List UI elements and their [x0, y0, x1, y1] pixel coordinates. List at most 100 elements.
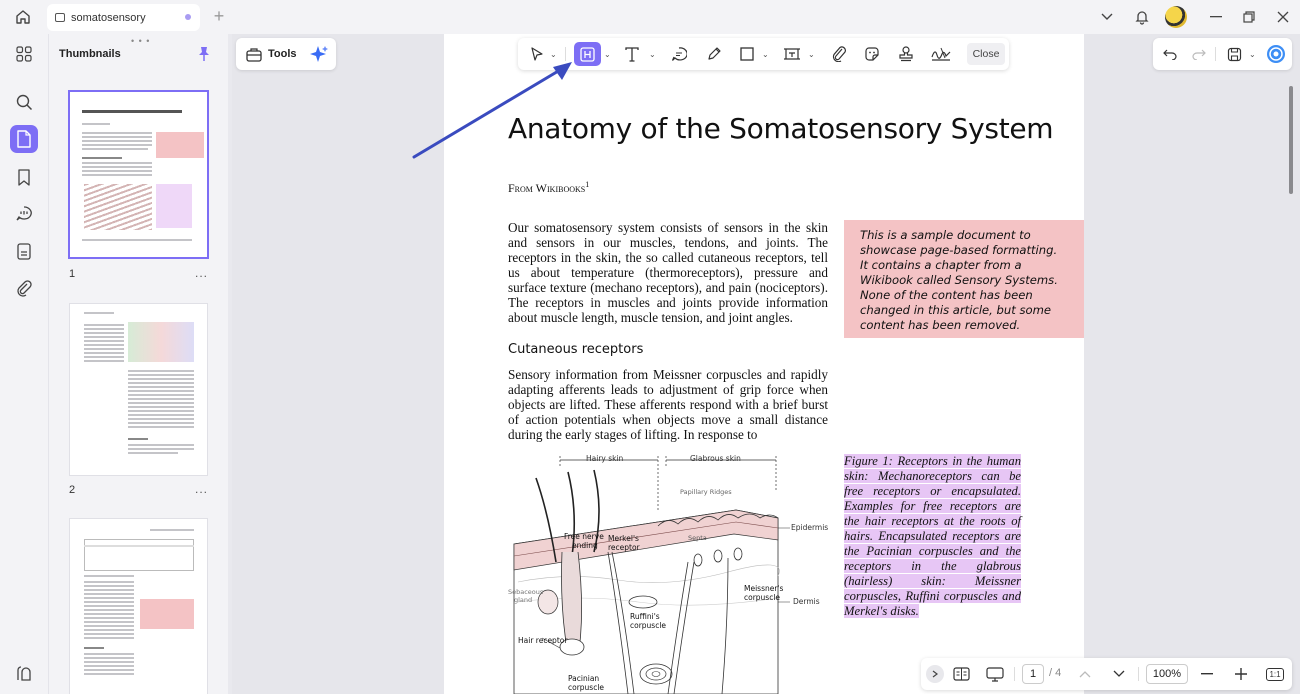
- grid-view-icon[interactable]: [10, 40, 38, 68]
- toolbox-icon: [246, 47, 262, 62]
- label-hair-receptor: Hair receptor: [518, 636, 568, 645]
- thumbnail-page-number-1: 1: [69, 268, 76, 280]
- ai-assistant-icon[interactable]: [1265, 42, 1287, 66]
- new-tab-plus-icon[interactable]: +: [210, 7, 228, 27]
- thumbnail-page-2[interactable]: [70, 304, 207, 475]
- total-pages: / 4: [1049, 667, 1062, 679]
- document-source: From Wikibooks1: [508, 180, 589, 196]
- thumbnail-page-number-2: 2: [69, 484, 76, 496]
- label-merkels: Merkel's receptor: [608, 534, 640, 552]
- pen-draw-icon[interactable]: [703, 42, 725, 66]
- home-icon[interactable]: [12, 7, 34, 27]
- label-free-nerve-text: Free nerve: [564, 532, 604, 541]
- thumbnail-more-icon-2[interactable]: ...: [195, 482, 208, 496]
- actual-size-label: 1:1: [1266, 667, 1284, 681]
- footnote-marker: 1: [585, 180, 590, 189]
- sticker-icon[interactable]: [861, 42, 883, 66]
- label-glabrous-skin: Glabrous skin: [690, 454, 741, 463]
- zoom-out-icon[interactable]: [1197, 662, 1217, 686]
- text-caret-icon[interactable]: ⌄: [649, 50, 656, 59]
- attachment-icon[interactable]: [10, 274, 38, 302]
- bookmark-icon[interactable]: [10, 163, 38, 191]
- label-pacinian-text: Pacinian: [568, 674, 600, 683]
- zoom-in-icon[interactable]: [1231, 662, 1251, 686]
- reading-mode-icon[interactable]: [950, 662, 972, 686]
- minimize-icon[interactable]: [1199, 0, 1233, 34]
- thumbnail-page-1[interactable]: [70, 92, 207, 257]
- search-icon[interactable]: [10, 88, 38, 116]
- label-ruffini-corpuscle-text: corpuscle: [630, 621, 667, 630]
- left-icon-rail: [0, 34, 48, 694]
- vertical-scrollbar[interactable]: [1289, 86, 1293, 194]
- save-icon[interactable]: [1223, 42, 1245, 66]
- collapse-panel-icon[interactable]: [10, 660, 38, 688]
- previous-page-icon[interactable]: [1075, 662, 1095, 686]
- tools-panel: Tools: [236, 38, 336, 70]
- expand-bar-icon[interactable]: [926, 665, 944, 683]
- document-tab[interactable]: somatosensory: [47, 4, 200, 31]
- comments-icon[interactable]: [10, 199, 38, 227]
- right-toolbar-separator: [1215, 47, 1216, 61]
- page-thumbnails-icon[interactable]: [10, 125, 38, 153]
- textbox-caret-icon[interactable]: ⌄: [808, 50, 815, 59]
- redo-icon[interactable]: [1188, 42, 1210, 66]
- title-bar: somatosensory +: [0, 0, 1300, 34]
- callout-arrow-icon: [412, 62, 572, 159]
- label-ruffinis-text: Ruffini's: [630, 612, 660, 621]
- stamp-icon[interactable]: [895, 42, 917, 66]
- right-toolbar: ⌄: [1153, 38, 1292, 70]
- rectangle-shape-icon[interactable]: [736, 42, 758, 66]
- stamp-document-icon[interactable]: [10, 237, 38, 265]
- thumbnail-more-icon-1[interactable]: ...: [195, 266, 208, 280]
- thumbnail-page-3[interactable]: [70, 519, 207, 694]
- nav-separator-1: [1014, 667, 1015, 681]
- close-annotation-button[interactable]: Close: [967, 43, 1005, 65]
- thumbnails-panel: • • • Thumbnails 1 ... 2 ...: [48, 34, 228, 694]
- label-merkels-text: Merkel's: [608, 534, 639, 543]
- notification-bell-icon[interactable]: [1125, 0, 1159, 34]
- current-page-input[interactable]: 1: [1022, 664, 1044, 684]
- close-window-icon[interactable]: [1266, 0, 1300, 34]
- document-tab-icon: [55, 13, 65, 22]
- chevron-down-icon[interactable]: [1090, 0, 1124, 34]
- shape-caret-icon[interactable]: ⌄: [762, 50, 769, 59]
- restore-window-icon[interactable]: [1232, 0, 1266, 34]
- label-free-nerve: Free nerve ending: [564, 532, 604, 550]
- label-pacinian: Pacinian corpuscle: [568, 674, 604, 692]
- label-epidermis: Epidermis: [791, 523, 829, 532]
- pin-icon[interactable]: [197, 46, 211, 62]
- panel-resize-grip[interactable]: • • •: [131, 36, 150, 46]
- presentation-icon[interactable]: [983, 662, 1007, 686]
- label-papillary-ridges: Papillary Ridges: [680, 488, 732, 496]
- highlight-caret-icon[interactable]: ⌄: [604, 50, 611, 59]
- next-page-icon[interactable]: [1109, 662, 1129, 686]
- text-tool-icon[interactable]: [621, 42, 643, 66]
- paperclip-attach-icon[interactable]: [828, 42, 850, 66]
- label-meissners-text: Meissner's: [744, 584, 784, 593]
- document-source-text: From Wikibooks: [508, 181, 586, 195]
- tools-label: Tools: [268, 48, 297, 60]
- label-meissners-corpuscle-text: corpuscle: [744, 593, 781, 602]
- zoom-level-input[interactable]: 100%: [1146, 664, 1188, 684]
- figure-caption: Figure 1: Receptors in the human skin: M…: [844, 454, 1021, 619]
- section-paragraph: Sensory information from Meissner corpus…: [508, 367, 828, 442]
- unsaved-dot-icon: [185, 14, 191, 20]
- tools-button[interactable]: Tools: [236, 47, 297, 62]
- ai-sparkle-icon[interactable]: [309, 44, 329, 64]
- thumbnails-title: Thumbnails: [59, 48, 121, 60]
- nav-separator-2: [1138, 667, 1139, 681]
- save-caret-icon[interactable]: ⌄: [1249, 50, 1256, 59]
- text-box-icon[interactable]: [780, 42, 804, 66]
- user-avatar[interactable]: [1165, 6, 1187, 28]
- label-ending-text: ending: [572, 541, 598, 550]
- comment-bubble-icon[interactable]: [668, 42, 690, 66]
- undo-icon[interactable]: [1159, 42, 1181, 66]
- skin-receptor-figure: Hairy skin Glabrous skin Papillary Ridge…: [508, 452, 838, 694]
- label-dermis: Dermis: [793, 597, 820, 606]
- actual-size-button[interactable]: 1:1: [1265, 662, 1285, 686]
- page-navigation-bar: 1 / 4 100% 1:1: [921, 658, 1292, 690]
- label-meissners: Meissner's corpuscle: [744, 584, 783, 602]
- signature-icon[interactable]: [928, 42, 954, 66]
- label-sebaceous-text: Sebaceous: [508, 588, 544, 596]
- sample-note-box: This is a sample document to showcase pa…: [844, 220, 1084, 338]
